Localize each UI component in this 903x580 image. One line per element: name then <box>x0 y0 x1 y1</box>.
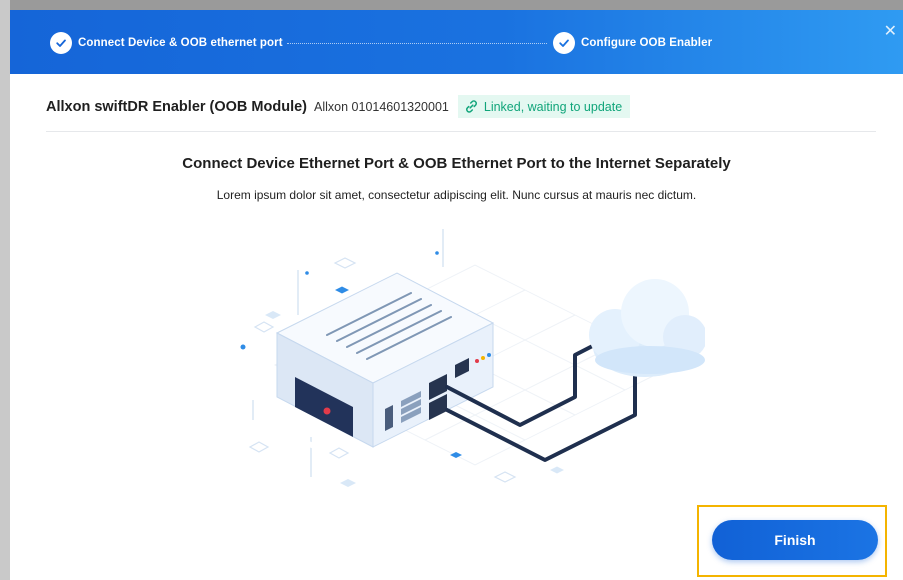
finish-button[interactable]: Finish <box>712 520 878 560</box>
instruction-title: Connect Device Ethernet Port & OOB Ether… <box>182 155 731 172</box>
background-edge <box>0 0 10 580</box>
status-badge: Linked, waiting to update <box>457 95 631 118</box>
check-icon <box>50 32 72 54</box>
instruction-description: Lorem ipsum dolor sit amet, consectetur … <box>216 188 697 202</box>
link-icon <box>465 100 477 113</box>
step-connector <box>287 43 547 44</box>
device-serial: Allxon 01014601320001 <box>314 99 449 114</box>
step-1: Connect Device & OOB ethernet port <box>50 32 283 54</box>
check-icon <box>553 32 575 54</box>
step-1-label: Connect Device & OOB ethernet port <box>78 37 283 49</box>
status-text: Linked, waiting to update <box>483 99 623 114</box>
device-info: Allxon swiftDR Enabler (OOB Module) Allx… <box>46 95 631 118</box>
close-icon[interactable]: ✕ <box>884 24 897 40</box>
device-cloud-illustration <box>240 229 705 487</box>
step-2: Configure OOB Enabler <box>553 32 712 54</box>
step-2-label: Configure OOB Enabler <box>581 37 713 49</box>
stepper-header: Connect Device & OOB ethernet port Confi… <box>10 10 903 74</box>
device-name: Allxon swiftDR Enabler (OOB Module) <box>46 98 308 115</box>
setup-dialog: Connect Device & OOB ethernet port Confi… <box>10 10 903 580</box>
divider <box>46 131 876 132</box>
